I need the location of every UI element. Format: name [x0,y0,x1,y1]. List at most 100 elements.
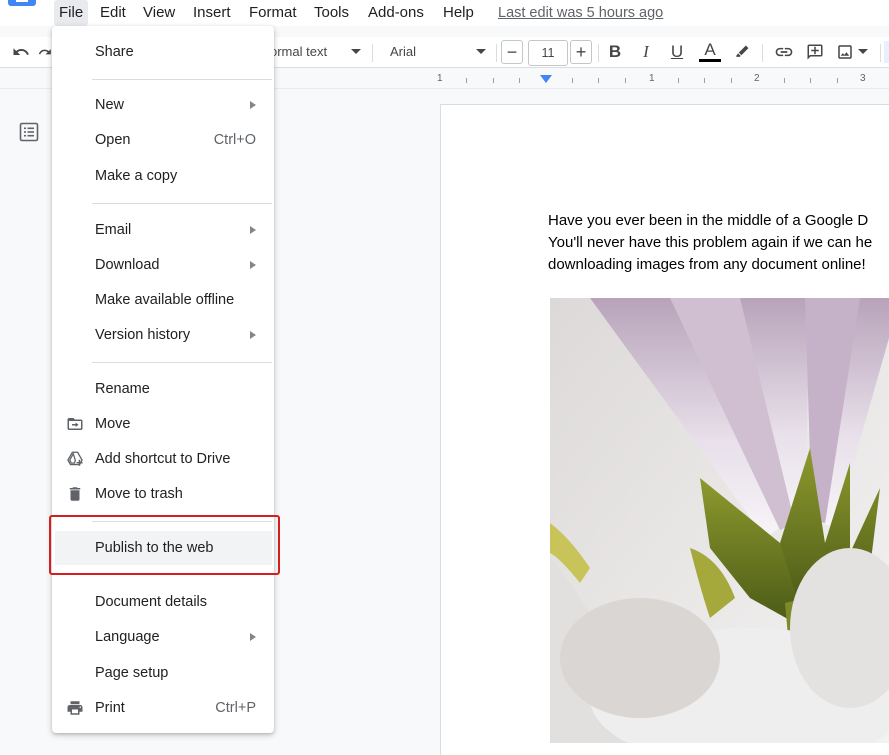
menu-item-label: Download [95,257,160,273]
menu-item-label: Open [95,132,131,148]
printer-icon [66,699,84,717]
menu-item-document-details[interactable]: Document details [52,585,274,619]
increase-font-size-button[interactable]: + [570,40,592,64]
menu-item-add-shortcut[interactable]: Add shortcut to Drive [52,442,274,476]
ruler-tick [625,78,626,83]
menu-item-label: Rename [95,381,150,397]
document-outline-icon[interactable] [19,122,39,142]
bold-button[interactable]: B [606,42,624,62]
ruler-tick [466,78,467,83]
font-select[interactable]: Arial [390,42,416,62]
menu-item-shortcut: Ctrl+P [215,700,256,716]
highlighter-icon[interactable] [732,42,752,62]
ruler-mark: 1 [649,73,655,84]
link-icon[interactable] [772,42,796,62]
submenu-arrow-icon [250,331,256,339]
menu-item-make-offline[interactable]: Make available offline [52,283,274,317]
document-line: downloading images from any document onl… [548,256,866,273]
menu-item-print[interactable]: Print Ctrl+P [52,691,274,725]
menu-item-download[interactable]: Download [52,248,274,282]
insert-image-icon[interactable] [834,42,856,62]
text-color-glyph: A [704,39,716,59]
document-line: Have you ever been in the middle of a Go… [548,212,869,229]
chevron-down-icon[interactable] [350,42,362,62]
menu-item-new[interactable]: New [52,88,274,122]
last-edit-link[interactable]: Last edit was 5 hours ago [498,0,663,26]
menu-item-label: Make a copy [95,168,178,184]
menu-item-move[interactable]: Move [52,407,274,441]
document-body-text[interactable]: Have you ever been in the middle of a Go… [548,210,889,276]
text-color-button[interactable]: A [698,39,722,62]
redo-icon[interactable] [38,42,52,62]
menu-item-label: Print [95,700,125,716]
highlight-annotation-box [49,515,280,575]
ruler-tick [572,78,573,83]
ruler-tick [731,78,732,83]
toolbar-divider [880,44,881,62]
submenu-arrow-icon [250,633,256,641]
menu-item-label: Document details [95,594,208,610]
menu-item-language[interactable]: Language [52,620,274,654]
ruler-tick [784,78,785,83]
menu-format[interactable]: Format [244,0,302,26]
menu-add-ons[interactable]: Add-ons [363,0,429,26]
underline-button[interactable]: U [668,42,686,62]
ruler-mark: 3 [860,73,866,84]
ruler-tick [678,78,679,83]
ruler-tick [598,78,599,83]
toolbar-overflow-button[interactable] [884,41,889,63]
font-size-input[interactable]: 11 [528,40,568,66]
menu-item-email[interactable]: Email [52,213,274,247]
add-comment-icon[interactable] [804,42,826,62]
menu-insert[interactable]: Insert [188,0,236,26]
paragraph-style-select[interactable]: ormal text [270,42,327,62]
menu-item-move-to-trash[interactable]: Move to trash [52,477,274,511]
trash-icon [66,485,84,503]
menu-file[interactable]: File [54,0,89,26]
ruler-mark: 2 [754,73,760,84]
menu-item-label: Page setup [95,665,169,681]
menu-item-label: New [95,97,125,113]
chevron-down-icon[interactable] [475,42,487,62]
docs-logo-icon[interactable] [8,0,36,6]
menu-item-make-copy[interactable]: Make a copy [52,159,274,193]
file-menu: Share New Open Ctrl+O Make a copy Email … [52,26,274,733]
submenu-arrow-icon [250,226,256,234]
menu-tools[interactable]: Tools [309,0,354,26]
menu-item-page-setup[interactable]: Page setup [52,656,274,690]
submenu-arrow-icon [250,101,256,109]
toolbar-divider [372,44,373,62]
menu-item-label: Share [95,44,134,60]
menu-item-version-history[interactable]: Version history [52,318,274,352]
menu-item-open[interactable]: Open Ctrl+O [52,123,274,157]
menu-item-label: Email [95,222,132,238]
chevron-down-icon[interactable] [857,42,869,62]
toolbar-divider [598,44,599,62]
menu-item-rename[interactable]: Rename [52,372,274,406]
flower-photo[interactable] [550,298,889,743]
ruler-tick [837,78,838,83]
toolbar-divider [496,44,497,62]
undo-icon[interactable] [10,42,32,62]
ruler-tick [810,78,811,83]
italic-button[interactable]: I [637,42,655,62]
menu-item-label: Make available offline [95,292,235,308]
menu-view[interactable]: View [138,0,180,26]
menu-edit[interactable]: Edit [95,0,131,26]
menu-item-label: Add shortcut to Drive [95,451,231,467]
menu-bar: File Edit View Insert Format Tools Add-o… [0,0,889,26]
ruler-tick [519,78,520,83]
decrease-font-size-button[interactable]: − [501,40,523,64]
toolbar-divider [762,44,763,62]
document-line: You'll never have this problem again if … [548,234,873,251]
indent-marker[interactable] [540,75,552,83]
menu-divider [92,79,272,80]
menu-help[interactable]: Help [438,0,479,26]
menu-item-label: Move to trash [95,486,183,502]
menu-divider [92,203,272,204]
submenu-arrow-icon [250,261,256,269]
menu-item-share[interactable]: Share [52,35,274,69]
move-folder-icon [66,415,84,433]
ruler-tick [493,78,494,83]
text-color-swatch [699,58,721,62]
